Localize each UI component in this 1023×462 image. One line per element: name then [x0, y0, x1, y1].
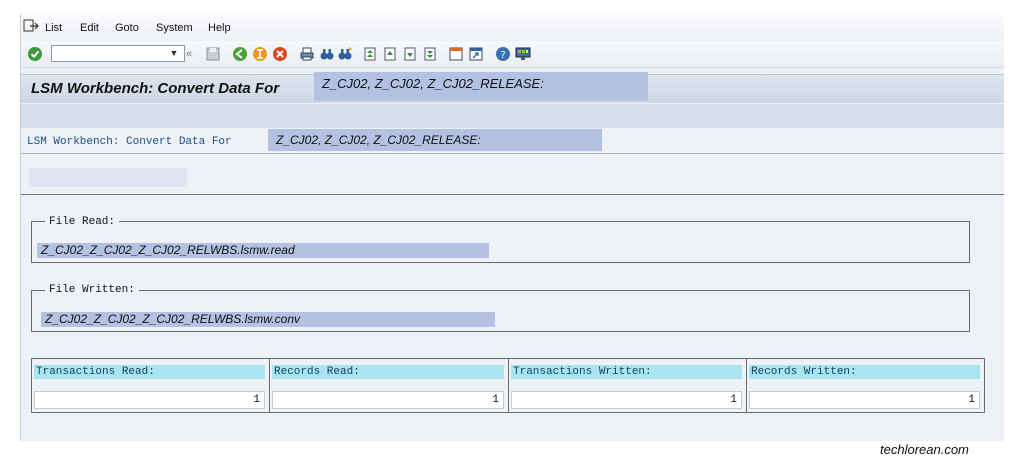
stat-column: Transactions Read: 1	[32, 359, 270, 412]
back-icon[interactable]	[232, 46, 248, 62]
divider	[21, 153, 1004, 154]
menu-bar: List Edit Goto System Help	[21, 14, 1004, 40]
stat-value: 1	[511, 391, 742, 409]
stat-label: Records Read:	[272, 365, 504, 379]
stat-label: Records Written:	[749, 365, 980, 379]
customize-layout-icon[interactable]	[515, 46, 531, 62]
first-page-icon[interactable]	[362, 46, 378, 62]
file-read-value: Z_CJ02_Z_CJ02_Z_CJ02_RELWBS.lsmw.read	[37, 243, 489, 258]
menu-system[interactable]: System	[156, 22, 193, 34]
command-field[interactable]	[51, 45, 185, 62]
title-bar: LSM Workbench: Convert Data For Z_CJ02, …	[21, 72, 1004, 103]
group-title-gap	[173, 222, 179, 223]
highlight-block	[29, 168, 187, 187]
shortcut-icon[interactable]	[468, 46, 484, 62]
command-history-chevron-down-icon[interactable]: ▼	[167, 45, 181, 62]
divider	[21, 194, 1004, 195]
last-page-icon[interactable]	[422, 46, 438, 62]
menu-help[interactable]: Help	[208, 22, 231, 34]
exit-icon[interactable]	[252, 46, 268, 62]
sap-window: List Edit Goto System Help ▼ « ? LSM Wor…	[20, 14, 1004, 441]
list-header-text: LSM Workbench: Convert Data For	[27, 136, 232, 148]
create-session-icon[interactable]	[448, 46, 464, 62]
statistics-table: Transactions Read: 1 Records Read: 1 Tra…	[31, 358, 985, 413]
stat-column: Transactions Written: 1	[509, 359, 747, 412]
stat-value: 1	[272, 391, 504, 409]
find-icon[interactable]	[319, 46, 335, 62]
print-icon[interactable]	[299, 46, 315, 62]
stat-label: Transactions Written:	[511, 365, 742, 379]
page-title-objects: Z_CJ02, Z_CJ02, Z_CJ02_RELEASE:	[314, 72, 648, 101]
cancel-icon[interactable]	[272, 46, 288, 62]
stat-column: Records Read: 1	[270, 359, 509, 412]
menu-edit[interactable]: Edit	[80, 22, 99, 34]
file-read-label: File Read:	[45, 216, 120, 228]
save-icon[interactable]	[205, 46, 221, 62]
enter-check-icon[interactable]	[27, 46, 43, 62]
stat-value: 1	[34, 391, 265, 409]
stat-column: Records Written: 1	[747, 359, 984, 412]
next-page-icon[interactable]	[402, 46, 418, 62]
svg-text:?: ?	[500, 50, 505, 61]
file-written-value: Z_CJ02_Z_CJ02_Z_CJ02_RELWBS.lsmw.conv	[41, 312, 495, 327]
previous-page-icon[interactable]	[382, 46, 398, 62]
help-icon[interactable]: ?	[495, 46, 511, 62]
stat-value: 1	[749, 391, 980, 409]
collapse-command-icon[interactable]: «	[186, 46, 198, 62]
standard-toolbar: ▼ « ?	[21, 41, 1004, 68]
page-title: LSM Workbench: Convert Data For	[31, 80, 280, 97]
stat-label: Transactions Read:	[34, 365, 265, 379]
list-header-objects: Z_CJ02, Z_CJ02, Z_CJ02_RELEASE:	[268, 129, 602, 151]
menu-list[interactable]: List	[45, 22, 62, 34]
application-toolbar	[21, 104, 1004, 128]
watermark: techlorean.com	[880, 442, 969, 457]
menu-exit-icon[interactable]	[23, 19, 39, 33]
menu-goto[interactable]: Goto	[115, 22, 139, 34]
file-written-label: File Written:	[45, 284, 139, 296]
find-next-icon[interactable]	[337, 46, 353, 62]
